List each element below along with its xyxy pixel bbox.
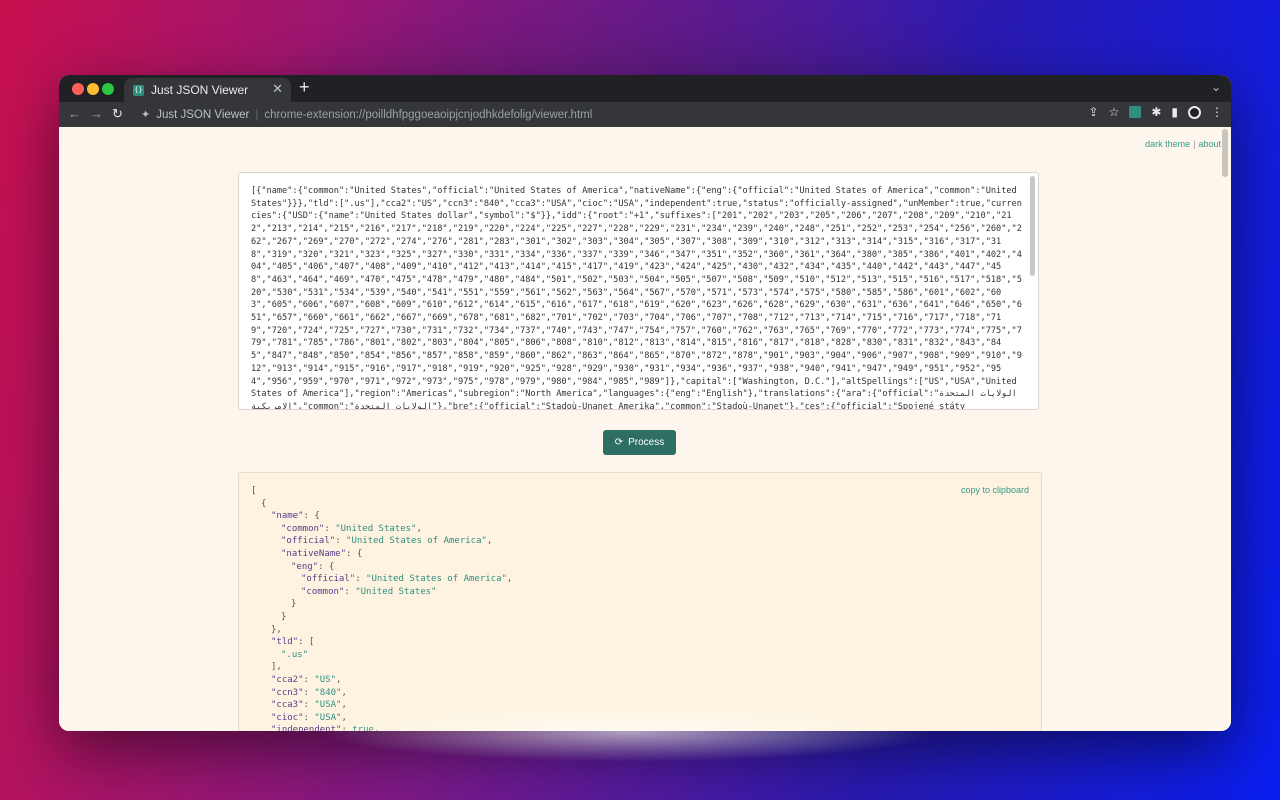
browser-toolbar: ← → ↻ ✦ Just JSON Viewer | chrome-extens… — [59, 102, 1231, 128]
refresh-icon: ⟳ — [614, 437, 624, 448]
link-separator: | — [1193, 139, 1196, 149]
json-viewer-extension-icon[interactable] — [1129, 106, 1142, 118]
json-input-text: [{"name":{"common":"United States","offi… — [251, 186, 1022, 410]
tab-bar: {} Just JSON Viewer ✕ + ⌄ — [59, 75, 1231, 102]
json-output-line: "cca2": "US", — [271, 674, 342, 685]
window-maximize-button[interactable] — [102, 83, 114, 95]
json-output-tree: [ { "name": {"common": "United States", "of… — [251, 485, 1029, 731]
input-scrollbar[interactable] — [1030, 176, 1035, 276]
json-key: "common" — [281, 523, 325, 534]
json-output-panel: copy to clipboard [{"name": {"common": "… — [238, 472, 1042, 731]
viewer-page: dark theme | about [{"name":{"common":"Uni… — [59, 127, 1231, 731]
json-string-value: "US" — [314, 674, 337, 685]
json-key: "cca2" — [271, 674, 304, 685]
puzzle-extension-icon: ✦ — [141, 109, 151, 121]
json-output-line: "official": "United States of America", — [301, 574, 513, 585]
address-bar[interactable]: ✦ Just JSON Viewer | chrome-extension://… — [133, 105, 1101, 124]
side-panel-icon[interactable]: ▮ — [1171, 105, 1178, 119]
json-output-line: "independent": true, — [251, 724, 1029, 731]
json-output-line: { — [261, 498, 267, 509]
reload-icon[interactable]: ↻ — [112, 106, 123, 122]
tab-search-chevron-icon[interactable]: ⌄ — [1211, 80, 1221, 94]
json-string-value: "United States of America" — [366, 574, 507, 585]
json-string-value: "840" — [314, 687, 342, 698]
site-name: Just JSON Viewer — [156, 108, 250, 121]
json-output-line: "official": "United States of America", — [281, 536, 493, 547]
forward-arrow-icon[interactable]: → — [90, 106, 103, 121]
json-bool-value: true — [352, 725, 374, 731]
json-output-line: } — [291, 599, 297, 610]
json-string-value: "United States" — [335, 523, 417, 534]
back-arrow-icon[interactable]: ← — [68, 106, 81, 121]
profile-avatar[interactable] — [1188, 105, 1201, 119]
json-output-line: "ccn3": "840", — [271, 687, 347, 698]
tab-just-json-viewer[interactable]: {} Just JSON Viewer ✕ — [124, 78, 291, 102]
json-favicon-icon: {} — [133, 84, 144, 96]
json-output-line: "cioc": "USA", — [271, 712, 347, 723]
json-output-line: ".us" — [251, 649, 1029, 662]
json-key: "nativeName" — [281, 548, 347, 559]
json-string-value: "United States of America" — [346, 536, 487, 547]
json-output-line: "cca3": "USA", — [271, 700, 347, 711]
dark-theme-link[interactable]: dark theme — [1145, 139, 1190, 149]
json-key: "common" — [301, 586, 345, 597]
json-input-textarea[interactable]: [{"name":{"common":"United States","offi… — [238, 172, 1039, 410]
json-output-line: "common": "United States", — [281, 523, 422, 534]
bookmark-star-icon[interactable]: ☆ — [1109, 105, 1120, 119]
json-string-value: "United States" — [355, 586, 437, 597]
json-output-line: } — [281, 611, 287, 622]
json-key: "independent" — [271, 725, 342, 731]
process-button[interactable]: ⟳ Process — [603, 430, 676, 455]
process-button-label: Process — [628, 437, 665, 448]
json-output-line: "tld": [ — [271, 637, 315, 648]
json-key: "name" — [271, 511, 304, 522]
copy-to-clipboard-link[interactable]: copy to clipboard — [961, 485, 1029, 495]
json-output-line: }, — [271, 624, 282, 635]
page-scrollbar[interactable] — [1222, 129, 1228, 177]
share-icon[interactable]: ⇪ — [1089, 105, 1099, 119]
browser-window: {} Just JSON Viewer ✕ + ⌄ ← → ↻ ✦ Just J… — [59, 75, 1231, 731]
tab-close-icon[interactable]: ✕ — [272, 81, 283, 97]
json-output-line: ], — [271, 662, 282, 673]
json-output-line: "name": { — [271, 511, 320, 522]
json-output-line: [ — [251, 486, 257, 496]
url-separator: | — [255, 108, 259, 121]
json-key: "official" — [301, 574, 356, 585]
json-key: "eng" — [291, 561, 319, 572]
json-string-value: ".us" — [281, 649, 309, 660]
menu-kebab-icon[interactable]: ⋮ — [1211, 105, 1223, 119]
window-close-button[interactable] — [72, 83, 84, 95]
json-key: "cca3" — [271, 700, 304, 711]
json-string-value: "USA" — [314, 700, 342, 711]
tab-title: Just JSON Viewer — [151, 83, 249, 97]
json-string-value: "USA" — [314, 712, 342, 723]
url-text: chrome-extension://poilldhfpggoeaoipjcnj… — [264, 108, 593, 121]
json-key: "tld" — [271, 637, 299, 648]
about-link[interactable]: about — [1198, 139, 1221, 149]
window-minimize-button[interactable] — [87, 83, 99, 95]
extensions-puzzle-icon[interactable]: ✱ — [1151, 105, 1161, 119]
json-output-line: "nativeName": { — [281, 548, 363, 559]
json-output-line: "eng": { — [291, 561, 335, 572]
json-key: "cioc" — [271, 712, 304, 723]
new-tab-button[interactable]: + — [299, 77, 310, 98]
json-key: "official" — [281, 536, 336, 547]
top-links: dark theme | about — [1145, 139, 1221, 149]
json-key: "ccn3" — [271, 687, 304, 698]
json-output-line: "common": "United States" — [301, 586, 437, 597]
